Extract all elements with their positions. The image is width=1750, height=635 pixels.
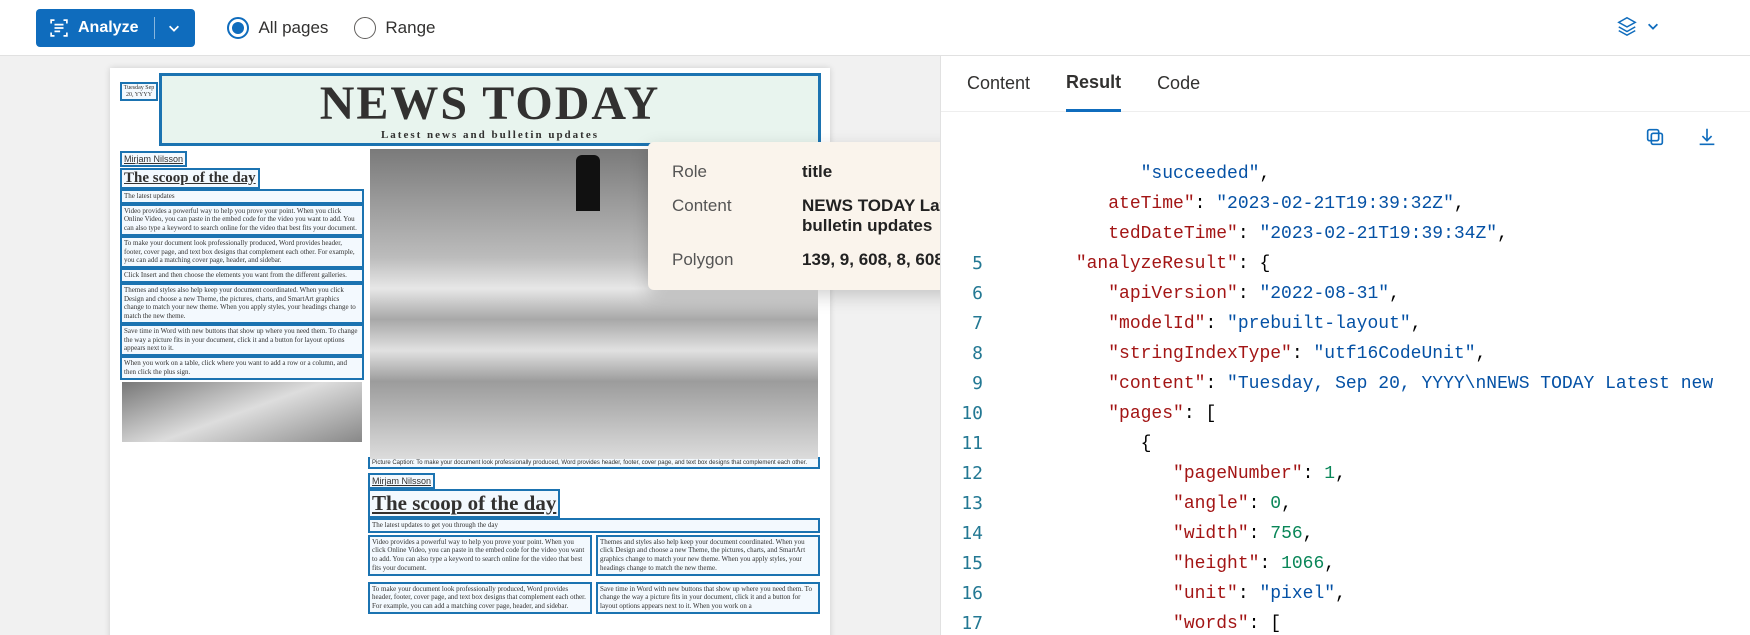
result-actions bbox=[941, 112, 1750, 159]
tooltip-role-value: title bbox=[802, 162, 940, 182]
copy-icon bbox=[1644, 136, 1666, 151]
button-divider bbox=[154, 17, 155, 39]
tab-code[interactable]: Code bbox=[1157, 56, 1200, 112]
paragraph: Save time in Word with new buttons that … bbox=[598, 584, 818, 612]
tab-content[interactable]: Content bbox=[967, 56, 1030, 112]
author-name: Mirjam Nilsson bbox=[370, 475, 433, 487]
paragraph: Video provides a powerful way to help yo… bbox=[122, 206, 362, 234]
subheading: The latest updates to get you through th… bbox=[370, 520, 818, 531]
results-tabs: Content Result Code bbox=[941, 56, 1750, 112]
image-caption: Picture Caption: To make your document l… bbox=[370, 459, 818, 467]
layers-icon bbox=[1616, 15, 1638, 40]
download-button[interactable] bbox=[1692, 122, 1722, 155]
line-number-gutter: 567891011121314151617 bbox=[941, 159, 991, 635]
copy-button[interactable] bbox=[1640, 122, 1670, 155]
tooltip-role-label: Role bbox=[672, 162, 802, 182]
document-preview-pane[interactable]: Tuesday Sep 20, YYYY NEWS TODAY Latest n… bbox=[0, 56, 940, 635]
tooltip-polygon-label: Polygon bbox=[672, 250, 802, 270]
paragraph: To make your document look professionall… bbox=[122, 238, 362, 266]
radio-all-pages[interactable]: All pages bbox=[227, 17, 328, 39]
chevron-down-icon bbox=[1646, 19, 1660, 36]
tooltip-content-value: NEWS TODAY Latest news and bulletin upda… bbox=[802, 196, 940, 236]
section-heading: The scoop of the day bbox=[122, 170, 258, 187]
radio-circle-icon bbox=[354, 17, 376, 39]
download-icon bbox=[1696, 136, 1718, 151]
scan-icon bbox=[50, 19, 68, 37]
subheading: The latest updates bbox=[122, 191, 362, 202]
chevron-down-icon[interactable] bbox=[167, 21, 181, 35]
layers-button[interactable] bbox=[1606, 9, 1670, 46]
analyze-label: Analyze bbox=[78, 19, 138, 37]
element-tooltip: Role title Content NEWS TODAY Latest new… bbox=[648, 142, 940, 290]
paragraph: Click Insert and then choose the element… bbox=[122, 270, 362, 281]
paragraph: Themes and styles also help keep your do… bbox=[122, 285, 362, 322]
document-subtitle: Latest news and bulletin updates bbox=[166, 129, 814, 143]
date-box: Tuesday Sep 20, YYYY bbox=[122, 84, 156, 99]
document-title: NEWS TODAY Latest news and bulletin upda… bbox=[162, 76, 818, 143]
json-content: "succeeded", ateTime": "2023-02-21T19:39… bbox=[1011, 159, 1713, 635]
tooltip-content-label: Content bbox=[672, 196, 802, 236]
main: Tuesday Sep 20, YYYY NEWS TODAY Latest n… bbox=[0, 56, 1750, 635]
radio-circle-icon bbox=[227, 17, 249, 39]
radio-range-label: Range bbox=[385, 18, 435, 38]
paragraph: To make your document look professionall… bbox=[370, 584, 590, 612]
radio-range[interactable]: Range bbox=[354, 17, 435, 39]
paragraph: When you work on a table, click where yo… bbox=[122, 358, 362, 378]
toolbar: Analyze All pages Range bbox=[0, 0, 1750, 56]
results-pane: Content Result Code 5678 bbox=[940, 56, 1750, 635]
image-placeholder bbox=[122, 382, 362, 442]
section-heading: The scoop of the day bbox=[370, 491, 558, 516]
paragraph: Themes and styles also help keep your do… bbox=[598, 537, 818, 574]
author-name: Mirjam Nilsson bbox=[122, 153, 185, 165]
tab-result[interactable]: Result bbox=[1066, 56, 1121, 112]
paragraph: Video provides a powerful way to help yo… bbox=[370, 537, 590, 574]
json-viewer[interactable]: 567891011121314151617 "succeeded", ateTi… bbox=[941, 159, 1750, 635]
analyze-button[interactable]: Analyze bbox=[36, 9, 195, 47]
page-range-radio-group: All pages Range bbox=[227, 17, 435, 39]
paragraph: Save time in Word with new buttons that … bbox=[122, 326, 362, 354]
left-column: Mirjam Nilsson The scoop of the day The … bbox=[122, 149, 362, 616]
radio-all-pages-label: All pages bbox=[258, 18, 328, 38]
tooltip-polygon-value: 139, 9, 608, 8, 608, 89, 139, 90 bbox=[802, 250, 940, 270]
